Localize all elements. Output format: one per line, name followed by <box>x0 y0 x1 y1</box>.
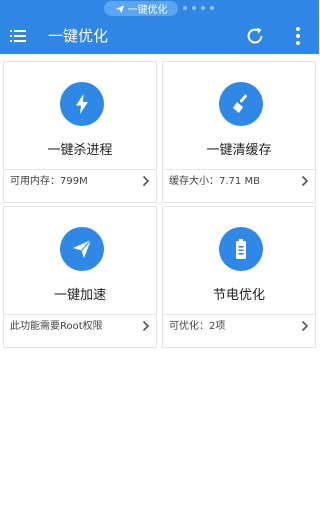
app-bar: 一键优化 <box>0 18 319 54</box>
divider <box>163 314 315 315</box>
card-footer-text: 此功能需要Root权限 <box>10 321 103 332</box>
status-pill: 一键优化 <box>104 1 178 16</box>
menu-icon[interactable] <box>8 26 28 46</box>
lightning-icon <box>76 94 88 114</box>
status-dots <box>183 6 214 10</box>
chevron-right-icon <box>301 320 309 332</box>
card-power-saving[interactable]: 节电优化 可优化：2项 <box>162 206 316 348</box>
status-bar: 一键优化 <box>0 0 319 18</box>
card-footer-text: 缓存大小：7.71 MB <box>169 176 260 187</box>
card-icon-circle <box>60 227 104 271</box>
card-icon-circle <box>60 82 104 126</box>
divider <box>4 314 156 315</box>
broom-icon <box>231 94 248 114</box>
card-footer-text: 可优化：2项 <box>169 321 226 332</box>
chevron-right-icon <box>301 175 309 187</box>
battery-icon <box>236 239 246 259</box>
page-title: 一键优化 <box>48 27 109 45</box>
chevron-right-icon <box>142 175 150 187</box>
more-vertical-icon[interactable] <box>290 25 306 47</box>
card-title: 一键杀进程 <box>47 143 113 158</box>
divider <box>163 169 315 170</box>
card-clear-cache[interactable]: 一键清缓存 缓存大小：7.71 MB <box>162 61 316 203</box>
card-icon-circle <box>219 82 263 126</box>
refresh-icon[interactable] <box>244 25 266 47</box>
chevron-right-icon <box>142 320 150 332</box>
card-title: 节电优化 <box>212 288 265 303</box>
card-icon-circle <box>219 227 263 271</box>
status-pill-label: 一键优化 <box>127 5 168 16</box>
card-kill-process[interactable]: 一键杀进程 可用内存：799M <box>3 61 157 203</box>
card-title: 一键加速 <box>53 288 106 303</box>
paper-plane-icon <box>115 4 124 13</box>
divider <box>4 169 156 170</box>
card-title: 一键清缓存 <box>206 143 272 158</box>
card-speed-up[interactable]: 一键加速 此功能需要Root权限 <box>3 206 157 348</box>
card-footer-text: 可用内存：799M <box>10 176 88 187</box>
paper-plane-icon <box>73 239 92 258</box>
